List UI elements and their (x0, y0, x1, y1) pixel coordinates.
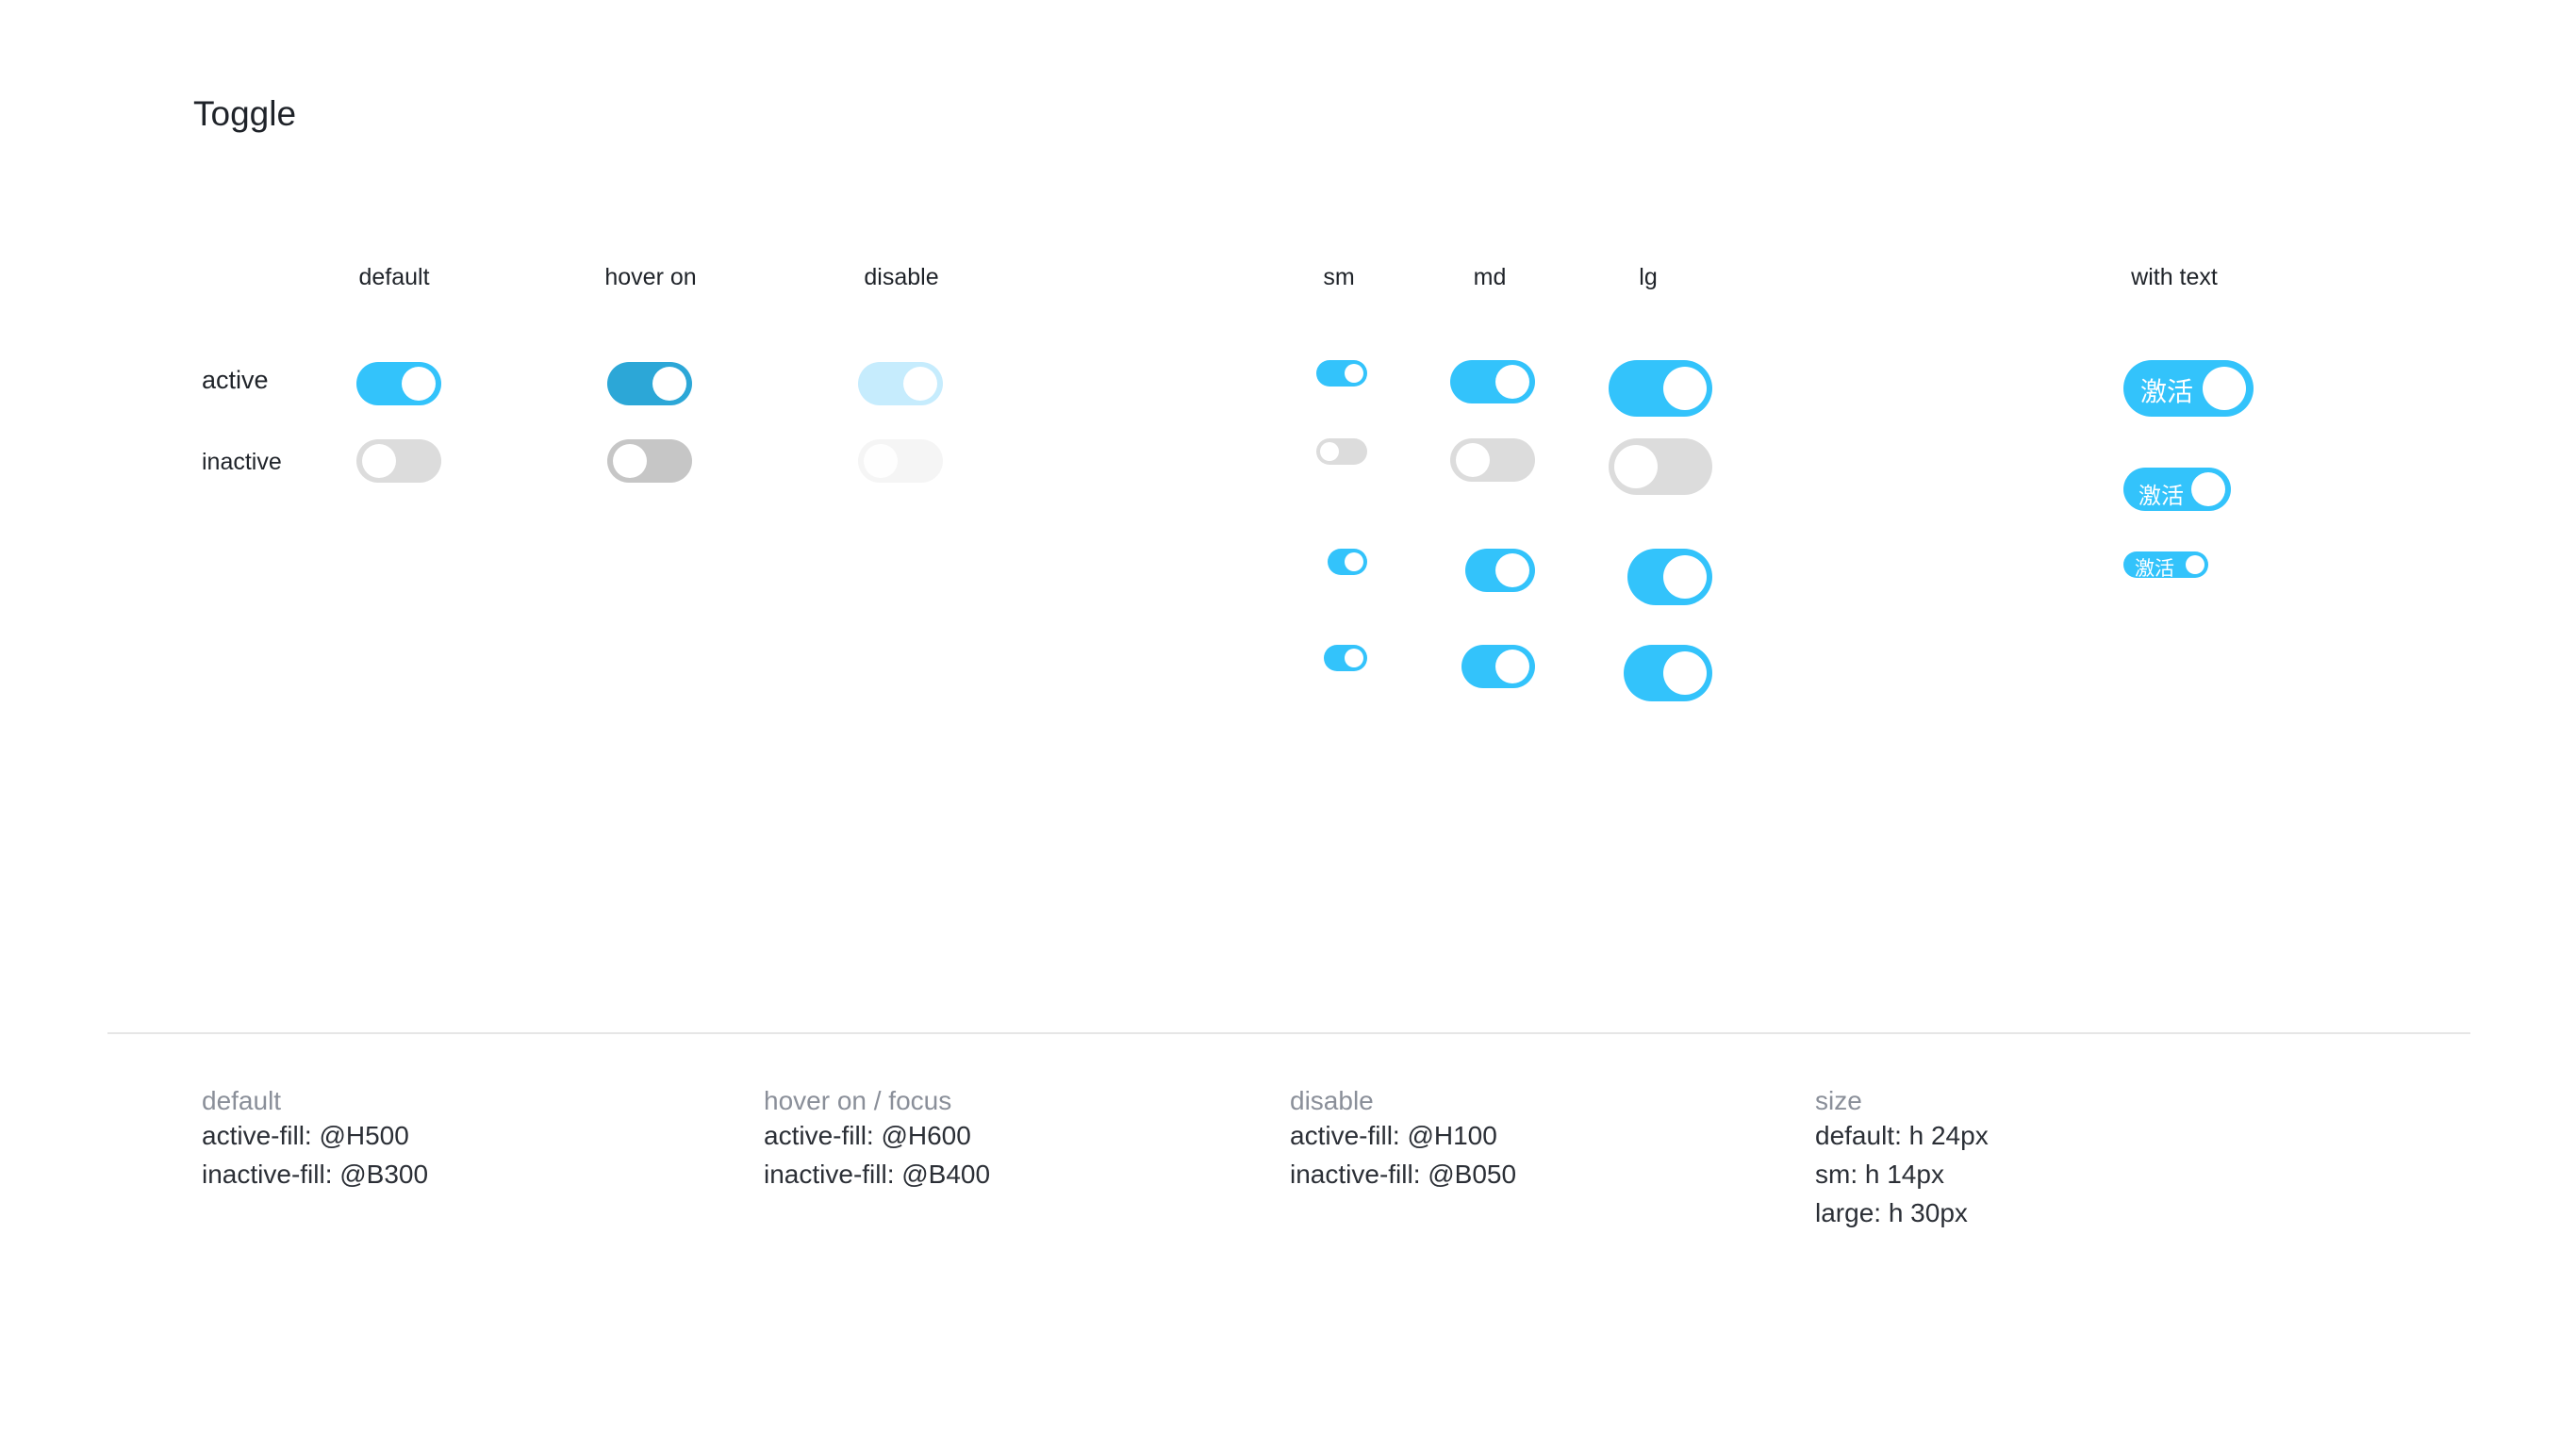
toggle-knob (1345, 649, 1363, 667)
note-disable: disable active-fill: @H100 inactive-fill… (1290, 1086, 1516, 1193)
toggle-knob (1663, 555, 1707, 599)
note-line: sm: h 14px (1815, 1160, 1944, 1189)
note-line: large: h 30px (1815, 1198, 1968, 1227)
note-title: hover on / focus (764, 1086, 952, 1115)
toggle-knob (652, 367, 686, 401)
toggle-knob (864, 444, 898, 478)
toggle-knob (1345, 552, 1363, 571)
toggle-lg-active[interactable] (1627, 549, 1712, 605)
note-line: active-fill: @H100 (1290, 1121, 1497, 1150)
toggle-knob (1614, 445, 1658, 488)
column-header-sm: sm (1323, 264, 1355, 290)
toggle-md-active[interactable] (1450, 360, 1535, 403)
toggle-disable-inactive (858, 439, 943, 483)
toggle-knob (1663, 651, 1707, 695)
toggle-knob (1495, 365, 1529, 399)
toggle-with-text-sm[interactable]: 激活 (2123, 551, 2208, 580)
toggle-knob (1345, 364, 1363, 383)
note-title: size (1815, 1086, 1862, 1115)
row-label-active: active (202, 366, 269, 394)
note-line: default: h 24px (1815, 1121, 1989, 1150)
note-line: active-fill: @H500 (202, 1121, 409, 1150)
column-header-md: md (1473, 264, 1507, 290)
toggle-md-inactive[interactable] (1450, 438, 1535, 482)
note-title: default (202, 1086, 282, 1115)
toggle-with-text-lg[interactable]: 激活 (2123, 360, 2254, 417)
toggle-knob (402, 367, 436, 401)
note-title: disable (1290, 1086, 1374, 1115)
toggle-knob (2203, 367, 2246, 410)
column-header-lg: lg (1639, 264, 1658, 290)
toggle-sm-inactive[interactable] (1316, 438, 1367, 465)
toggle-sm-active[interactable] (1324, 645, 1367, 671)
toggle-sm-active[interactable] (1328, 549, 1367, 575)
toggle-knob (1663, 367, 1707, 410)
toggle-knob (1456, 443, 1490, 477)
toggle-text: 激活 (2135, 557, 2174, 580)
note-line: inactive-fill: @B050 (1290, 1160, 1517, 1189)
toggle-md-active[interactable] (1461, 645, 1535, 688)
toggle-md-active[interactable] (1465, 549, 1535, 592)
toggle-hover-inactive[interactable] (607, 439, 692, 483)
toggle-with-text-md[interactable]: 激活 (2123, 468, 2231, 511)
toggle-knob (2191, 472, 2225, 506)
note-hover: hover on / focus active-fill: @H600 inac… (764, 1086, 990, 1193)
toggle-default-inactive[interactable] (356, 439, 441, 483)
toggle-knob (903, 367, 937, 401)
row-label-inactive: inactive (202, 449, 282, 475)
note-default: default active-fill: @H500 inactive-fill… (202, 1086, 428, 1193)
toggle-disable-active (858, 362, 943, 405)
note-line: active-fill: @H600 (764, 1121, 971, 1150)
note-line: inactive-fill: @B400 (764, 1160, 991, 1189)
toggle-knob (1495, 650, 1529, 683)
toggle-hover-active[interactable] (607, 362, 692, 405)
toggle-text: 激活 (2138, 483, 2184, 509)
toggle-lg-active[interactable] (1624, 645, 1712, 701)
column-header-default: default (358, 264, 430, 290)
toggle-lg-active[interactable] (1609, 360, 1712, 417)
note-line: inactive-fill: @B300 (202, 1160, 429, 1189)
toggle-knob (362, 444, 396, 478)
toggle-sm-active[interactable] (1316, 360, 1367, 387)
toggle-default-active[interactable] (356, 362, 441, 405)
toggle-lg-inactive[interactable] (1609, 438, 1712, 495)
column-header-disable: disable (864, 264, 939, 290)
section-divider (107, 1032, 2470, 1034)
note-size: size default: h 24px sm: h 14px large: h… (1815, 1086, 1989, 1232)
page-title: Toggle (193, 94, 297, 133)
column-header-with-text: with text (2131, 264, 2218, 290)
toggle-knob (1320, 442, 1339, 461)
toggle-knob (613, 444, 647, 478)
toggle-knob (2186, 555, 2204, 574)
toggle-knob (1495, 553, 1529, 587)
column-header-hover-on: hover on (604, 264, 697, 290)
toggle-text: 激活 (2140, 376, 2194, 407)
